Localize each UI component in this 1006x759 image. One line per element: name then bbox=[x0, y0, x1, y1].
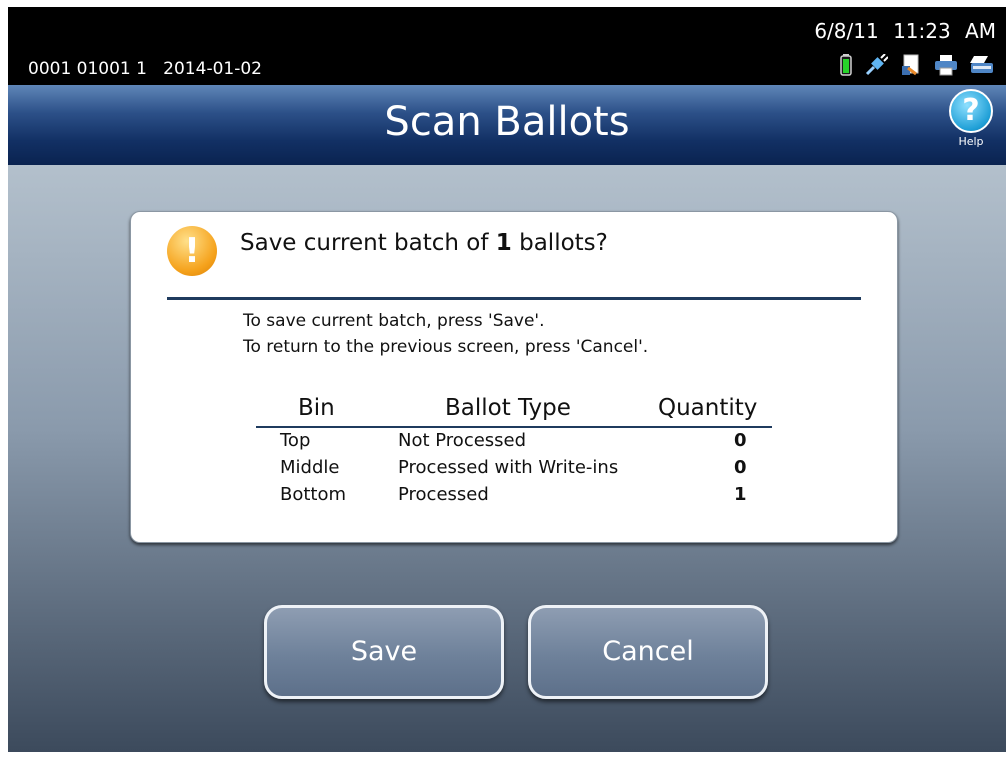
document-icon bbox=[900, 54, 922, 80]
screen-frame: 0001 01001 1 2014-01-02 6/8/11 11:23 AM bbox=[8, 7, 1006, 752]
column-header-quantity: Quantity bbox=[658, 395, 758, 421]
bin-cell: Bottom bbox=[280, 484, 347, 505]
quantity-cell: 0 bbox=[734, 457, 747, 478]
table-row: Middle Processed with Write-ins 0 bbox=[256, 457, 772, 483]
date-time: 6/8/11 11:23 AM bbox=[814, 19, 996, 43]
instruction-cancel: To return to the previous screen, press … bbox=[243, 337, 649, 357]
quantity-cell: 0 bbox=[734, 430, 747, 451]
help-label: Help bbox=[958, 135, 984, 148]
ballot-type-cell: Processed with Write-ins bbox=[398, 457, 619, 478]
title-bar: Scan Ballots ? Help bbox=[8, 85, 1006, 165]
instruction-save: To save current batch, press 'Save'. bbox=[243, 311, 545, 331]
machine-id-date: 0001 01001 1 2014-01-02 bbox=[28, 59, 262, 79]
scanner-icon bbox=[970, 54, 994, 80]
bin-cell: Middle bbox=[280, 457, 340, 478]
status-time: 11:23 AM bbox=[893, 19, 996, 43]
table-row: Bottom Processed 1 bbox=[256, 484, 772, 510]
ballot-type-cell: Not Processed bbox=[398, 430, 527, 451]
printer-icon bbox=[934, 54, 958, 80]
dialog-title-suffix: ballots? bbox=[511, 230, 608, 256]
dialog-divider bbox=[167, 297, 861, 300]
status-date: 6/8/11 bbox=[814, 19, 879, 43]
table-header-divider bbox=[256, 426, 772, 428]
save-batch-dialog: ! Save current batch of 1 ballots? To sa… bbox=[130, 211, 898, 543]
ballot-type-cell: Processed bbox=[398, 484, 489, 505]
cancel-button[interactable]: Cancel bbox=[528, 605, 768, 699]
status-icons bbox=[840, 53, 994, 80]
battery-icon bbox=[840, 54, 852, 80]
status-bar: 0001 01001 1 2014-01-02 6/8/11 11:23 AM bbox=[8, 7, 1006, 85]
help-icon: ? bbox=[949, 89, 993, 133]
table-row: Top Not Processed 0 bbox=[256, 430, 772, 456]
network-connection-icon bbox=[864, 53, 889, 80]
dialog-title-prefix: Save current batch of bbox=[240, 230, 496, 256]
column-header-bin: Bin bbox=[298, 395, 335, 421]
column-header-ballot-type: Ballot Type bbox=[445, 395, 571, 421]
ballot-count: 1 bbox=[495, 230, 512, 256]
help-button[interactable]: ? Help bbox=[944, 89, 998, 148]
warning-icon: ! bbox=[167, 226, 217, 276]
page-title: Scan Ballots bbox=[384, 99, 630, 145]
quantity-cell: 1 bbox=[734, 484, 747, 505]
save-button[interactable]: Save bbox=[264, 605, 504, 699]
dialog-title: Save current batch of 1 ballots? bbox=[240, 230, 608, 256]
main-area: ! Save current batch of 1 ballots? To sa… bbox=[8, 165, 1006, 752]
bin-cell: Top bbox=[280, 430, 311, 451]
